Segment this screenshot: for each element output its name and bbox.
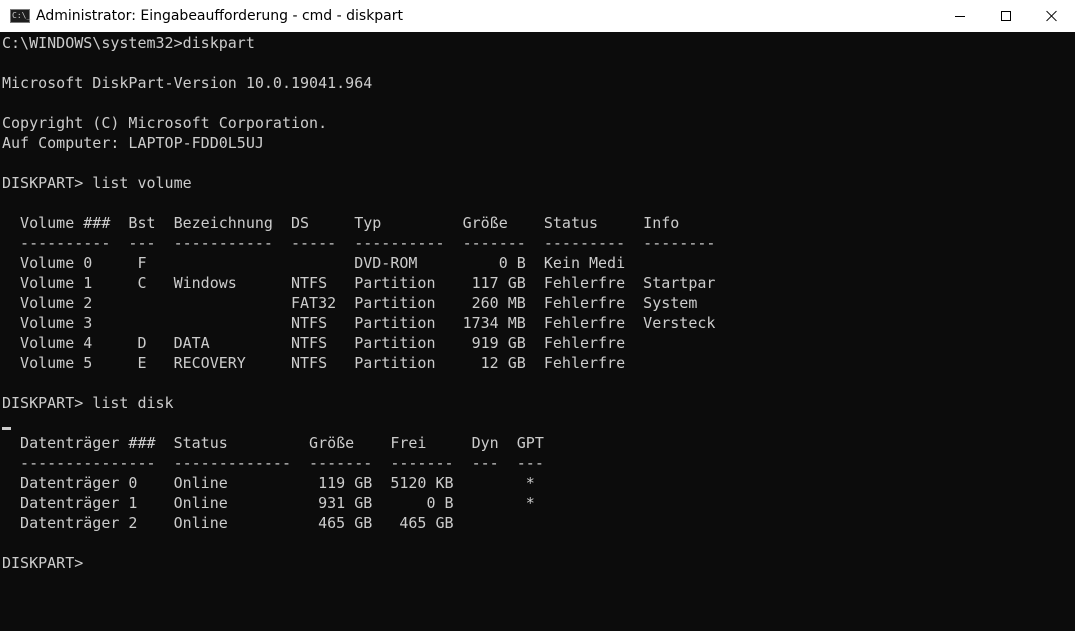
console-output-area[interactable]: C:\WINDOWS\system32>diskpart Microsoft Di… bbox=[0, 33, 1075, 631]
console-line: Datenträger ### Status Größe Frei Dyn GP… bbox=[2, 434, 544, 452]
console-line: DISKPART> list volume bbox=[2, 174, 192, 192]
console-line: Copyright (C) Microsoft Corporation. bbox=[2, 114, 328, 132]
console-line: Volume 0 F DVD-ROM 0 B Kein Medi bbox=[2, 254, 626, 272]
maximize-icon bbox=[1001, 11, 1011, 21]
console-line: Volume 5 E RECOVERY NTFS Partition 12 GB… bbox=[2, 354, 626, 372]
console-line: DISKPART> bbox=[2, 554, 84, 572]
title-bar[interactable]: C:\_ Administrator: Eingabeaufforderung … bbox=[0, 0, 1075, 32]
console-line: ---------- --- ----------- ----- -------… bbox=[2, 234, 716, 252]
text-cursor bbox=[2, 427, 11, 430]
console-line: C:\WINDOWS\system32>diskpart bbox=[2, 34, 255, 52]
console-line: Volume ### Bst Bezeichnung DS Typ Größe … bbox=[2, 214, 680, 232]
console-window: C:\_ Administrator: Eingabeaufforderung … bbox=[0, 0, 1075, 631]
console-line: Microsoft DiskPart-Version 10.0.19041.96… bbox=[2, 74, 373, 92]
console-line: Volume 2 FAT32 Partition 260 MB Fehlerfr… bbox=[2, 294, 698, 312]
close-button[interactable] bbox=[1029, 0, 1075, 32]
minimize-icon bbox=[955, 15, 965, 17]
cmd-icon-glyph: C:\_ bbox=[12, 11, 32, 20]
maximize-button[interactable] bbox=[983, 0, 1029, 32]
console-line: Volume 1 C Windows NTFS Partition 117 GB… bbox=[2, 274, 716, 292]
console-line: Datenträger 2 Online 465 GB 465 GB bbox=[2, 514, 454, 532]
vertical-scrollbar[interactable] bbox=[1071, 33, 1075, 631]
console-line: Datenträger 0 Online 119 GB 5120 KB * bbox=[2, 474, 535, 492]
window-controls bbox=[937, 0, 1075, 32]
cmd-app-icon[interactable]: C:\_ bbox=[10, 9, 32, 23]
console-line: Volume 3 NTFS Partition 1734 MB Fehlerfr… bbox=[2, 314, 716, 332]
minimize-button[interactable] bbox=[937, 0, 983, 32]
console-text: C:\WINDOWS\system32>diskpart Microsoft Di… bbox=[2, 33, 715, 573]
close-icon bbox=[1046, 10, 1058, 22]
console-line: Volume 4 D DATA NTFS Partition 919 GB Fe… bbox=[2, 334, 626, 352]
console-line: Auf Computer: LAPTOP-FDD0L5UJ bbox=[2, 134, 264, 152]
console-line: --------------- ------------- ------- --… bbox=[2, 454, 544, 472]
console-line: DISKPART> list disk bbox=[2, 394, 174, 412]
window-title: Administrator: Eingabeaufforderung - cmd… bbox=[36, 8, 404, 24]
console-line: Datenträger 1 Online 931 GB 0 B * bbox=[2, 494, 535, 512]
